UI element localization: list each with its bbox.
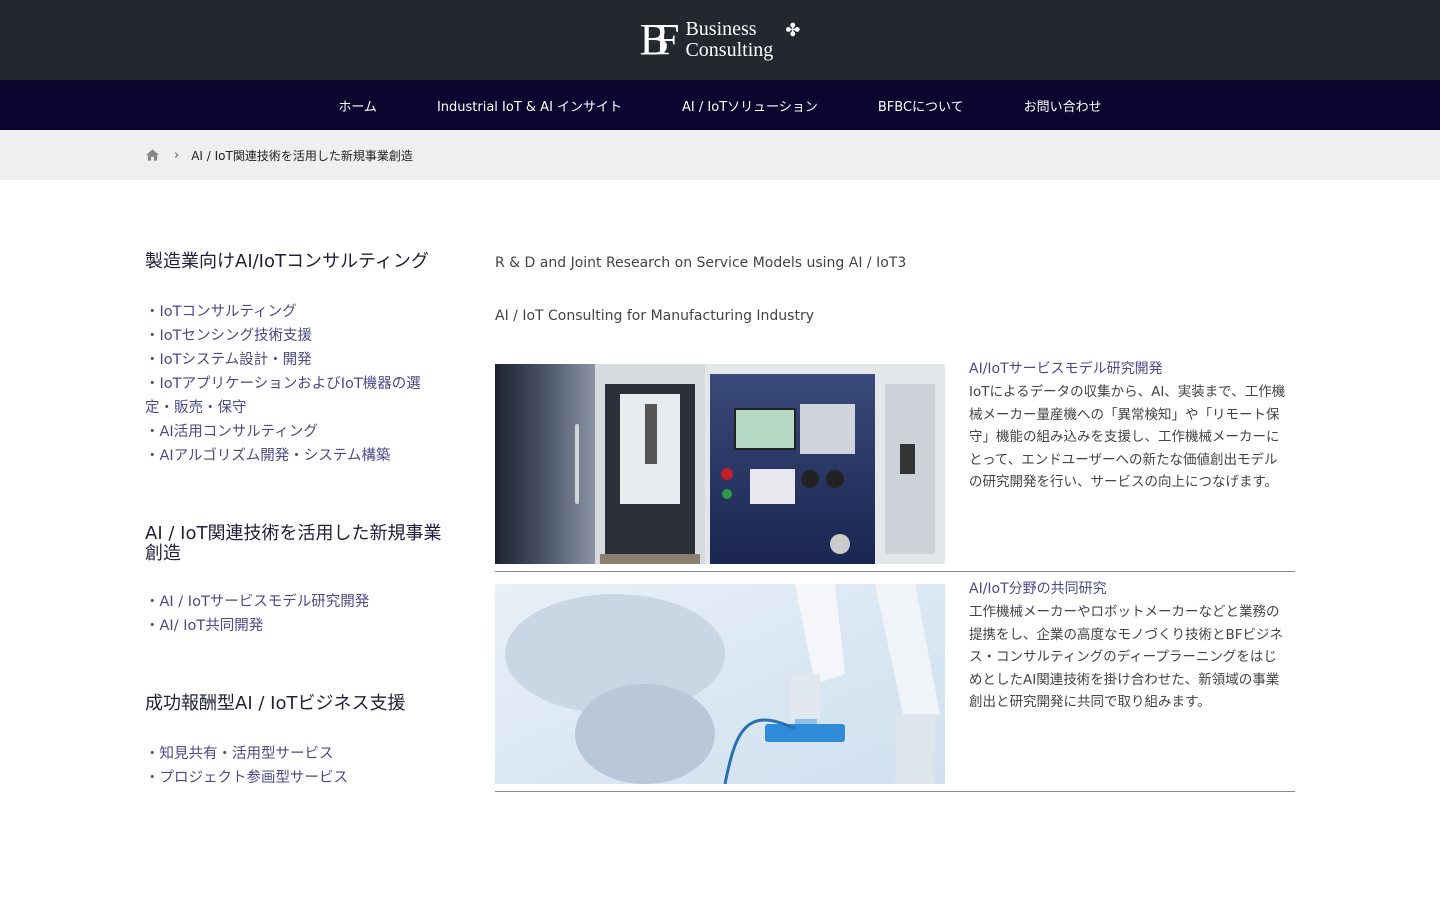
logo-line-2: Consulting	[685, 39, 774, 61]
main-subtitle-1: R & D and Joint Research on Service Mode…	[495, 255, 907, 271]
feature-service-model: AI/IoTサービスモデル研究開発 IoTによるデータの収集から、AI、実装まで…	[495, 361, 1295, 572]
sidebar-list: ・知見共有・活用型サービス ・プロジェクト参画型サービス	[145, 742, 445, 790]
sidebar-link[interactable]: ・AI / IoTサービスモデル研究開発	[145, 590, 445, 614]
feature-body: 工作機械メーカーやロボットメーカーなどと業務の提携をし、企業の高度なモノづくり技…	[969, 604, 1284, 710]
feature-text: AI/IoT分野の共同研究 工作機械メーカーやロボットメーカーなどと業務の提携を…	[969, 578, 1289, 714]
logo-mark: BF	[639, 15, 680, 64]
home-icon[interactable]	[145, 148, 160, 162]
feature-title[interactable]: AI/IoTサービスモデル研究開発	[969, 358, 1289, 381]
logo-text: Business Consulting	[685, 19, 773, 61]
breadcrumb-current: AI / IoT関連技術を活用した新規事業創造	[191, 148, 413, 163]
feature-title[interactable]: AI/IoT分野の共同研究	[969, 578, 1289, 601]
machine-tool-image	[495, 364, 945, 564]
sidebar-list: ・IoTコンサルティング ・IoTセンシング技術支援 ・IoTシステム設計・開発…	[145, 300, 445, 468]
site-header: BF Business Consulting ✤	[0, 0, 1440, 80]
main-nav: ホーム Industrial IoT & AI インサイト AI / IoTソリ…	[0, 80, 1440, 130]
robot-arm-illustration	[495, 584, 945, 784]
sidebar-link[interactable]: ・AI活用コンサルティング	[145, 420, 445, 444]
sidebar-section-new-business: AI / IoT関連技術を活用した新規事業創造 ・AI / IoTサービスモデル…	[145, 524, 445, 638]
sidebar-link[interactable]: ・IoTセンシング技術支援	[145, 324, 445, 348]
sidebar-link[interactable]: ・IoTコンサルティング	[145, 300, 445, 324]
sidebar-heading: AI / IoT関連技術を活用した新規事業創造	[145, 523, 442, 564]
sidebar-link[interactable]: ・AI/ IoT共同開発	[145, 614, 445, 638]
sidebar-heading: 製造業向けAI/IoTコンサルティング	[145, 251, 429, 272]
chevron-right-icon: ›	[174, 147, 180, 163]
logo-line-1: Business	[685, 18, 757, 40]
sidebar-link[interactable]: ・IoTシステム設計・開発	[145, 348, 445, 372]
sidebar-link[interactable]: ・知見共有・活用型サービス	[145, 742, 445, 766]
nav-item-home[interactable]: ホーム	[308, 96, 407, 115]
sidebar-heading: 成功報酬型AI / IoTビジネス支援	[145, 693, 406, 714]
feature-body: IoTによるデータの収集から、AI、実装まで、工作機械メーカー量産機への「異常検…	[969, 384, 1286, 490]
sidebar-section-success-fee: 成功報酬型AI / IoTビジネス支援 ・知見共有・活用型サービス ・プロジェク…	[145, 694, 445, 790]
machine-tool-illustration	[495, 364, 945, 564]
robot-arm-image	[495, 584, 945, 784]
feature-text: AI/IoTサービスモデル研究開発 IoTによるデータの収集から、AI、実装まで…	[969, 358, 1289, 494]
breadcrumb: › AI / IoT関連技術を活用した新規事業創造	[0, 130, 1440, 180]
nav-item-insight[interactable]: Industrial IoT & AI インサイト	[407, 96, 652, 115]
nav-item-solution[interactable]: AI / IoTソリューション	[652, 96, 848, 115]
nav-item-contact[interactable]: お問い合わせ	[994, 96, 1132, 115]
sidebar-section-consulting: 製造業向けAI/IoTコンサルティング ・IoTコンサルティング ・IoTセンシ…	[145, 252, 445, 468]
nav-item-about[interactable]: BFBCについて	[848, 96, 994, 115]
sidebar-link[interactable]: ・IoTアプリケーションおよびIoT機器の選定・販売・保守	[145, 372, 445, 420]
sidebar-link[interactable]: ・プロジェクト参画型サービス	[145, 766, 445, 790]
clover-icon: ✤	[785, 19, 801, 41]
main-section: R & D and Joint Research on Service Mode…	[495, 252, 1295, 327]
sidebar-list: ・AI / IoTサービスモデル研究開発 ・AI/ IoT共同開発	[145, 590, 445, 638]
main-subtitle-2: AI / IoT Consulting for Manufacturing In…	[495, 308, 814, 324]
sidebar: 製造業向けAI/IoTコンサルティング ・IoTコンサルティング ・IoTセンシ…	[145, 252, 445, 846]
sidebar-link[interactable]: ・AIアルゴリズム開発・システム構築	[145, 444, 445, 468]
site-logo[interactable]: BF Business Consulting ✤	[640, 18, 801, 62]
page-content: 製造業向けAI/IoTコンサルティング ・IoTコンサルティング ・IoTセンシ…	[0, 180, 1440, 900]
feature-joint-research: AI/IoT分野の共同研究 工作機械メーカーやロボットメーカーなどと業務の提携を…	[495, 581, 1295, 792]
